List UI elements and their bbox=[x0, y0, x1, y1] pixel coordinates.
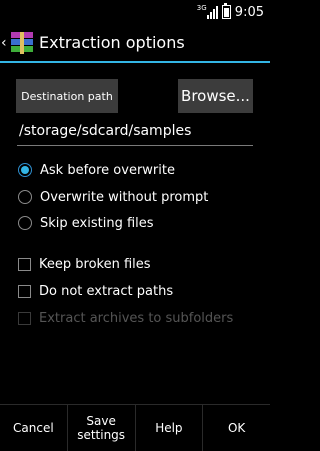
page-title: Extraction options bbox=[39, 33, 185, 52]
radio-label: Ask before overwrite bbox=[40, 162, 175, 178]
app-icon[interactable] bbox=[11, 31, 33, 54]
checkbox-label: Do not extract paths bbox=[39, 283, 174, 299]
radio-unselected-icon[interactable] bbox=[18, 216, 32, 230]
ok-label: OK bbox=[227, 421, 246, 435]
destination-path-input[interactable]: /storage/sdcard/samples bbox=[17, 120, 253, 146]
action-bar: ‹ Extraction options bbox=[0, 24, 270, 61]
save-settings-button[interactable]: Save settings bbox=[68, 405, 136, 451]
checkbox-do-not-extract-paths[interactable]: Do not extract paths bbox=[18, 280, 173, 302]
ok-button[interactable]: OK bbox=[203, 405, 270, 451]
checkbox-icon[interactable] bbox=[18, 284, 31, 298]
radio-unselected-icon[interactable] bbox=[18, 190, 32, 204]
checkbox-label: Extract archives to subfolders bbox=[39, 310, 234, 326]
signal-icon: 3G bbox=[197, 4, 218, 19]
radio-ask-before-overwrite[interactable]: Ask before overwrite bbox=[18, 159, 175, 181]
chevron-left-icon[interactable]: ‹ bbox=[1, 36, 9, 50]
cancel-label: Cancel bbox=[13, 421, 54, 435]
help-button[interactable]: Help bbox=[136, 405, 204, 451]
battery-icon bbox=[221, 3, 231, 19]
radio-selected-icon[interactable] bbox=[18, 163, 32, 177]
browse-button[interactable]: Browse... bbox=[178, 79, 253, 113]
cancel-button[interactable]: Cancel bbox=[0, 405, 68, 451]
save-settings-label: Save settings bbox=[77, 414, 125, 442]
status-indicators: 3G 9:05 bbox=[197, 3, 264, 21]
checkbox-label: Keep broken files bbox=[39, 256, 151, 272]
destination-path-button[interactable]: Destination path bbox=[16, 79, 118, 113]
save-label-line2: settings bbox=[77, 428, 126, 442]
radio-skip-existing-files[interactable]: Skip existing files bbox=[18, 212, 154, 234]
checkbox-keep-broken-files[interactable]: Keep broken files bbox=[18, 253, 151, 275]
checkbox-icon[interactable] bbox=[18, 257, 31, 271]
status-bar: 3G 9:05 bbox=[0, 0, 270, 24]
bottom-button-bar: Cancel Save settings Help OK bbox=[0, 404, 270, 451]
radio-overwrite-without-prompt[interactable]: Overwrite without prompt bbox=[18, 186, 208, 208]
radio-label: Skip existing files bbox=[40, 215, 154, 231]
network-type-label: 3G bbox=[196, 3, 207, 12]
checkbox-icon bbox=[18, 311, 31, 325]
help-label: Help bbox=[155, 421, 183, 435]
status-time: 9:05 bbox=[234, 4, 264, 20]
action-bar-divider bbox=[0, 61, 270, 63]
radio-label: Overwrite without prompt bbox=[40, 189, 209, 205]
checkbox-extract-to-subfolders: Extract archives to subfolders bbox=[18, 307, 233, 329]
save-label-line1: Save bbox=[86, 414, 116, 428]
